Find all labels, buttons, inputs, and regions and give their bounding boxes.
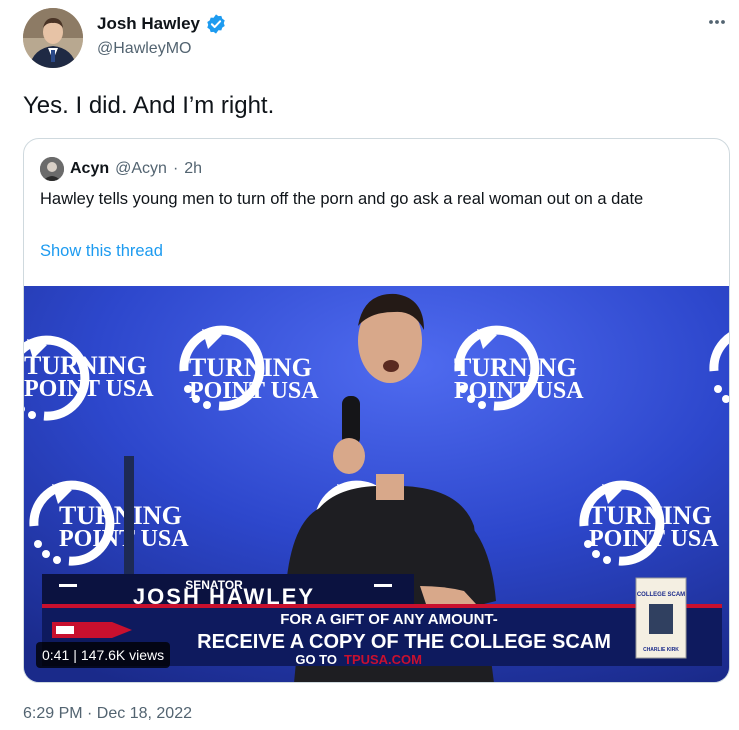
author-avatar[interactable] (23, 8, 83, 68)
chyron-line-3-prefix: GO TO (295, 652, 337, 667)
tweet-timestamp[interactable]: 6:29 PM · Dec 18, 2022 (23, 705, 192, 723)
backdrop-logo-line-2: POINT USA (189, 378, 319, 404)
book-image: COLLEGE SCAM CHARLIE KIRK (635, 577, 687, 659)
tweet-card: Josh Hawley @HawleyMO Yes. I did. And I’… (0, 0, 739, 730)
quote-author-name: Acyn (70, 160, 110, 177)
video-views: 147.6K views (80, 647, 165, 663)
chyron-name: JOSH HAWLEY (133, 584, 315, 609)
quoted-tweet[interactable]: Acyn @Acyn · 2h Hawley tells young men t… (23, 138, 730, 683)
quote-time-ago: 2h (184, 160, 203, 177)
backdrop-logo-line-2: POINT USA (24, 376, 154, 402)
chyron-line-3-url: TPUSA.COM (344, 652, 422, 667)
show-thread-link[interactable]: Show this thread (40, 242, 163, 261)
tweet-text: Yes. I did. And I’m right. (23, 92, 275, 119)
chyron-line-2: RECEIVE A COPY OF THE COLLEGE SCAM (197, 631, 611, 653)
backdrop-logo-line-2: POINT USA (454, 378, 584, 404)
quote-separator: · (172, 160, 179, 177)
author-name-row: Josh Hawley (97, 13, 227, 35)
quote-author-handle: @Acyn (115, 160, 167, 177)
chyron-line-1: FOR A GIFT OF ANY AMOUNT- (280, 611, 498, 628)
backdrop-logo-line-2: POINT USA (589, 526, 719, 552)
verified-badge-icon (205, 13, 227, 35)
video-player[interactable]: TURNING POINT USA TURNING POINT USA TURN… (24, 286, 729, 682)
video-duration: 0:41 (42, 647, 70, 663)
views-separator-icon: | (73, 647, 77, 663)
quoted-tweet-header: Acyn @Acyn · 2h (40, 157, 202, 181)
author-name[interactable]: Josh Hawley (97, 14, 200, 34)
quote-author-avatar (40, 157, 64, 181)
video-frame: TURNING POINT USA TURNING POINT USA TURN… (24, 286, 729, 682)
quote-text: Hawley tells young men to turn off the p… (40, 190, 644, 208)
more-options-icon[interactable] (703, 13, 731, 31)
book-author: CHARLIE KIRK (643, 647, 679, 653)
video-stats-badge: 0:41 | 147.6K views (36, 642, 171, 668)
book-title: COLLEGE SCAM (637, 592, 685, 598)
author-handle[interactable]: @HawleyMO (97, 40, 191, 58)
